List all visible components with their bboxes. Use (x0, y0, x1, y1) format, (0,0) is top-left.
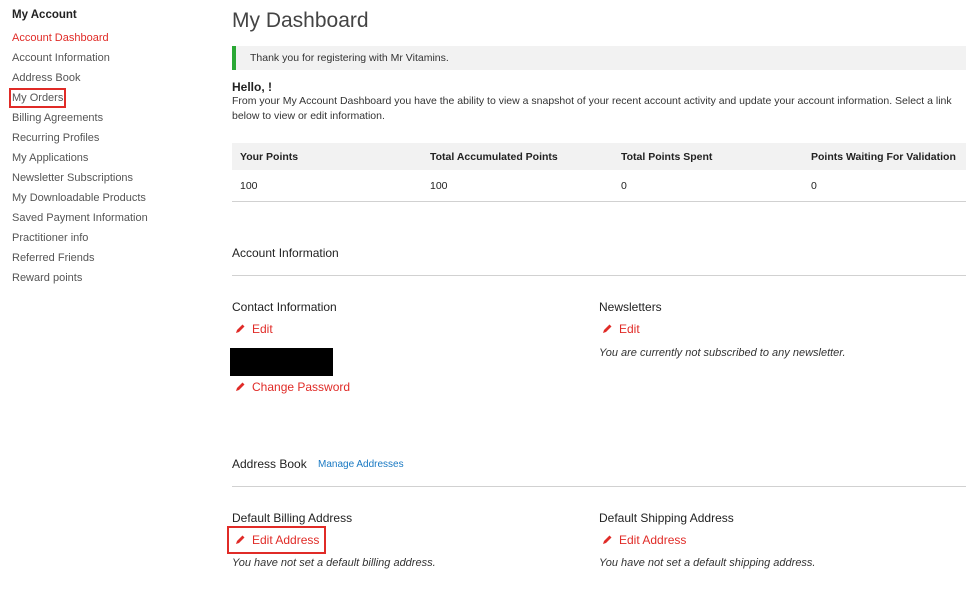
column-header: Your Points (240, 151, 299, 163)
column-header: Total Points Spent (621, 151, 713, 163)
edit-billing-address-label: Edit Address (252, 533, 320, 547)
newsletters-edit-label: Edit (619, 322, 640, 336)
section-divider (232, 275, 966, 276)
pencil-icon (236, 382, 245, 391)
column-header: Points Waiting For Validation (811, 151, 956, 163)
edit-shipping-address-link[interactable]: Edit Address (601, 533, 686, 547)
default-shipping-address-title: Default Shipping Address (599, 511, 734, 525)
pencil-icon (603, 324, 612, 333)
page-title: My Dashboard (232, 9, 369, 32)
billing-address-status-text: You have not set a default billing addre… (232, 557, 436, 569)
sidebar-item-newsletter-subscriptions[interactable]: Newsletter Subscriptions (12, 171, 133, 185)
sidebar-item-address-book[interactable]: Address Book (12, 71, 80, 85)
contact-edit-label: Edit (252, 322, 273, 336)
sidebar-item-saved-payment-information[interactable]: Saved Payment Information (12, 211, 148, 225)
section-divider (232, 486, 966, 487)
change-password-label: Change Password (252, 380, 351, 394)
pencil-icon (603, 535, 612, 544)
accumulated-points-value: 100 (430, 180, 448, 192)
newsletters-title: Newsletters (599, 300, 662, 314)
pencil-icon (236, 324, 245, 333)
newsletter-status-text: You are currently not subscribed to any … (599, 347, 846, 359)
edit-billing-address-link[interactable]: Edit Address (226, 526, 327, 554)
pencil-icon (236, 535, 245, 544)
points-table-header: Your Points Total Accumulated Points Tot… (232, 143, 966, 170)
points-waiting-value: 0 (811, 180, 817, 192)
address-book-title: Address Book (232, 457, 307, 471)
redacted-contact-details (230, 348, 333, 376)
points-value: 100 (240, 180, 258, 192)
intro-text: From your My Account Dashboard you have … (232, 95, 952, 122)
points-spent-value: 0 (621, 180, 627, 192)
sidebar-item-my-downloadable-products[interactable]: My Downloadable Products (12, 191, 146, 205)
sidebar-item-account-information[interactable]: Account Information (12, 51, 110, 65)
contact-edit-link[interactable]: Edit (234, 322, 273, 336)
greeting: Hello, ! (232, 80, 273, 94)
shipping-address-status-text: You have not set a default shipping addr… (599, 557, 816, 569)
column-header: Total Accumulated Points (430, 151, 558, 163)
sidebar-item-practitioner-info[interactable]: Practitioner info (12, 231, 88, 245)
success-message: Thank you for registering with Mr Vitami… (232, 46, 966, 70)
sidebar-item-account-dashboard[interactable]: Account Dashboard (12, 31, 109, 45)
default-billing-address-title: Default Billing Address (232, 511, 353, 525)
sidebar-item-reward-points[interactable]: Reward points (12, 271, 82, 285)
success-message-text: Thank you for registering with Mr Vitami… (250, 52, 449, 64)
contact-information-title: Contact Information (232, 300, 337, 314)
table-row: 100 100 0 0 (232, 170, 966, 202)
sidebar-item-my-orders[interactable]: My Orders (8, 88, 67, 108)
account-information-title: Account Information (232, 246, 339, 260)
manage-addresses-link[interactable]: Manage Addresses (318, 459, 404, 470)
sidebar-title: My Account (12, 9, 77, 21)
sidebar-item-billing-agreements[interactable]: Billing Agreements (12, 111, 103, 125)
change-password-link[interactable]: Change Password (234, 380, 350, 394)
sidebar-item-my-applications[interactable]: My Applications (12, 151, 88, 165)
edit-shipping-address-label: Edit Address (619, 533, 687, 547)
sidebar-item-referred-friends[interactable]: Referred Friends (12, 251, 95, 265)
sidebar-item-recurring-profiles[interactable]: Recurring Profiles (12, 131, 99, 145)
newsletters-edit-link[interactable]: Edit (601, 322, 640, 336)
